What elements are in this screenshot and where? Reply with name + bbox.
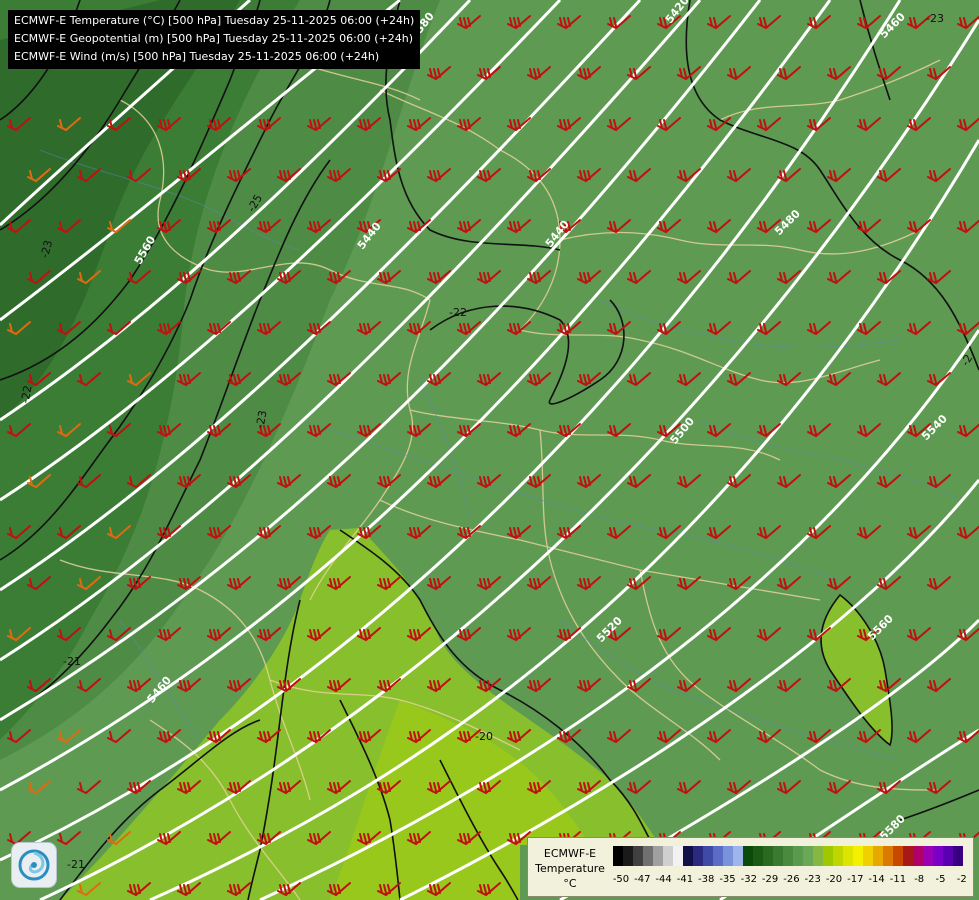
legend-swatch xyxy=(813,846,823,866)
geopotential-field-title: ECMWF-E Geopotential (m) [500 hPa] Tuesd… xyxy=(14,32,414,45)
temperature-label: -21 xyxy=(67,858,85,871)
legend-tick: -20 xyxy=(825,874,843,885)
legend-model: ECMWF-E xyxy=(543,847,597,860)
legend-swatch xyxy=(923,846,933,866)
legend-swatch xyxy=(713,846,723,866)
legend-swatch xyxy=(643,846,653,866)
legend-swatch xyxy=(703,846,713,866)
legend-tick: -41 xyxy=(676,874,694,885)
legend-swatch xyxy=(773,846,783,866)
legend-tick: -11 xyxy=(889,874,907,885)
legend-swatch xyxy=(913,846,923,866)
legend-tick: -32 xyxy=(740,874,757,885)
legend-tick: -5 xyxy=(935,874,946,885)
legend-swatch xyxy=(653,846,663,866)
legend-swatch xyxy=(873,846,883,866)
legend-swatch xyxy=(613,846,623,866)
legend-swatch xyxy=(633,846,643,866)
legend-swatch xyxy=(803,846,813,866)
legend-swatch xyxy=(843,846,853,866)
map-canvas: 5380 5420 54605560 5440 5440 54805500 55405520… xyxy=(0,0,979,900)
legend-tick: -50 xyxy=(612,874,630,885)
legend-swatch xyxy=(623,846,633,866)
legend-tick: -38 xyxy=(698,874,715,885)
legend-tick: -35 xyxy=(719,874,736,885)
temperature-label: -23 xyxy=(926,12,944,25)
legend-tick: -44 xyxy=(655,874,672,885)
legend-tick: -26 xyxy=(783,874,800,885)
legend-swatch xyxy=(783,846,793,866)
temperature-field-title: ECMWF-E Temperature (°C) [500 hPa] Tuesd… xyxy=(14,14,415,27)
legend-tick: -2 xyxy=(956,874,967,885)
ecmwf-logo xyxy=(12,843,56,887)
forecast-info-panel: ECMWF-E Temperature (°C) [500 hPa] Tuesd… xyxy=(8,10,420,69)
legend-swatch xyxy=(753,846,763,866)
legend-swatch xyxy=(933,846,943,866)
legend-swatch xyxy=(883,846,893,866)
legend-swatch xyxy=(863,846,873,866)
legend-swatch xyxy=(663,846,673,866)
legend-unit: °C xyxy=(563,877,577,890)
legend-swatch xyxy=(743,846,753,866)
legend-swatch xyxy=(943,846,953,866)
legend-tick: -14 xyxy=(868,874,885,885)
temperature-label: -20 xyxy=(475,730,493,743)
legend-tick: -29 xyxy=(761,874,779,885)
legend-swatch xyxy=(683,846,693,866)
legend-tick: -8 xyxy=(914,874,925,885)
temperature-label: -22 xyxy=(449,306,467,319)
legend-swatch xyxy=(903,846,913,866)
wind-field-title: ECMWF-E Wind (m/s) [500 hPa] Tuesday 25-… xyxy=(14,50,380,63)
legend-swatch xyxy=(673,846,683,866)
legend-swatch xyxy=(823,846,833,866)
legend-swatch xyxy=(953,846,963,866)
legend-swatch xyxy=(723,846,733,866)
legend-swatch xyxy=(733,846,743,866)
legend-swatch xyxy=(893,846,903,866)
legend-swatch xyxy=(763,846,773,866)
legend-swatch xyxy=(793,846,803,866)
legend-tick-labels: -50 -47 -44 -41 -38 -35 -32 -29 -26 -23 -20 -17 -14-… xyxy=(613,874,973,888)
legend-tick: -23 xyxy=(804,874,821,885)
swirl-icon xyxy=(18,849,50,881)
legend-variable: Temperature xyxy=(535,862,605,875)
weather-map[interactable]: 5380 5420 5460 5560 5440 5440 5480 5500 5540 5520… xyxy=(0,0,979,900)
legend-title: ECMWF-E Temperature °C xyxy=(532,846,608,891)
legend-tick: -47 xyxy=(634,874,651,885)
temperature-label: -21 xyxy=(63,655,81,668)
legend-tick: -17 xyxy=(847,874,864,885)
temperature-legend: ECMWF-E Temperature °C -50 -47 -44 -41 -38 -3… xyxy=(527,837,974,897)
legend-color-scale xyxy=(613,846,963,866)
legend-swatch xyxy=(853,846,863,866)
legend-swatch xyxy=(693,846,703,866)
legend-swatch xyxy=(833,846,843,866)
